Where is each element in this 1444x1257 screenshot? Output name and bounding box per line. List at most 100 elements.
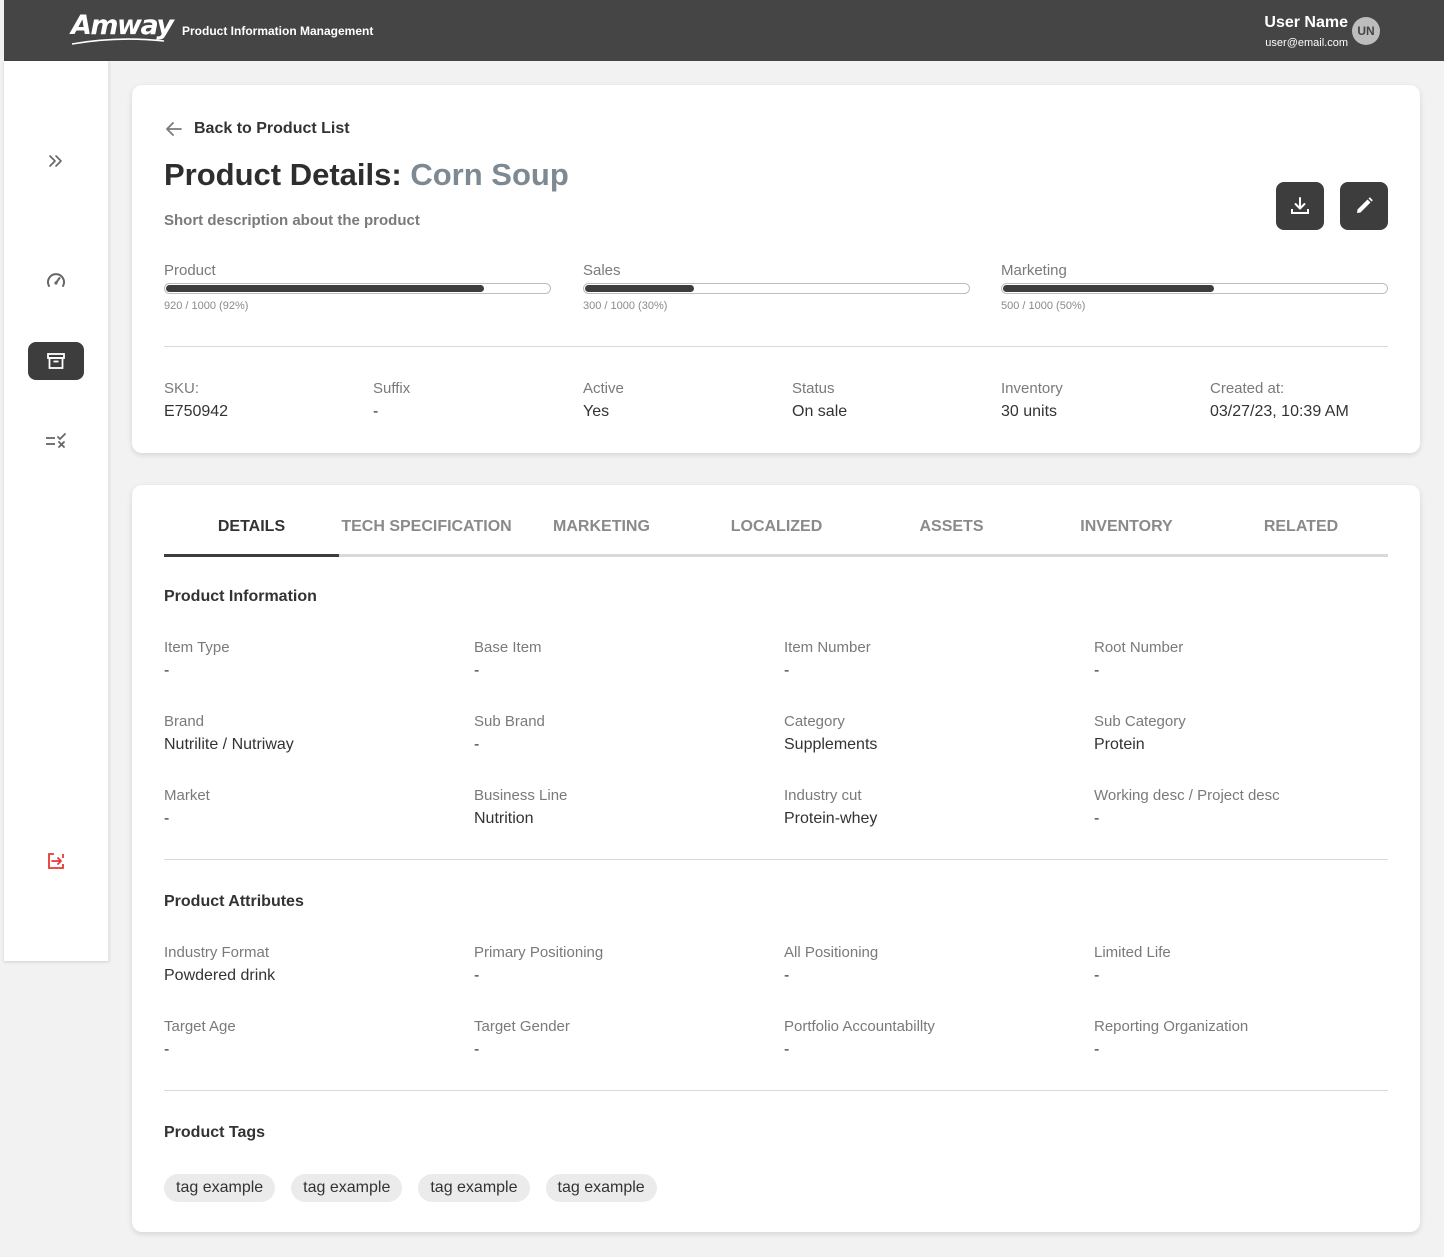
user-name: User Name: [1264, 14, 1348, 31]
tab-localized[interactable]: LOCALIZED: [689, 518, 864, 557]
sidebar-item-dashboard[interactable]: [28, 262, 84, 300]
field-label: Target Gender: [474, 1018, 570, 1035]
field-sub-brand: Sub Brand -: [474, 713, 774, 754]
meta-label: Created at:: [1210, 380, 1285, 397]
tab-related[interactable]: RELATED: [1214, 518, 1388, 557]
field-label: Portfolio Accountabillty: [784, 1018, 935, 1035]
progress-count: 300 / 1000 (30%): [583, 300, 668, 312]
field-limited-life: Limited Life -: [1094, 944, 1394, 985]
field-value: -: [474, 662, 480, 679]
field-value: Protein-whey: [784, 810, 878, 827]
field-portfolio-accountability: Portfolio Accountabillty -: [784, 1018, 1084, 1059]
field-value: -: [784, 662, 790, 679]
progress-label: Sales: [583, 262, 621, 279]
field-business-line: Business Line Nutrition: [474, 787, 774, 828]
field-label: Market: [164, 787, 210, 804]
amway-logo[interactable]: Amway: [71, 10, 174, 41]
progress-product: Product 920 / 1000 (92%): [164, 262, 551, 312]
field-sub-category: Sub Category Protein: [1094, 713, 1394, 754]
progress-track: [164, 283, 551, 294]
progress-fill: [1003, 285, 1214, 292]
tab-tech-specification[interactable]: TECH SPECIFICATION: [339, 518, 514, 557]
tag-chip[interactable]: tag example: [164, 1174, 276, 1202]
section-title-product-information: Product Information: [164, 588, 317, 605]
tag-chip[interactable]: tag example: [418, 1174, 530, 1202]
archive-box-icon: [47, 353, 65, 369]
field-label: Item Type: [164, 639, 230, 656]
progress-label: Marketing: [1001, 262, 1067, 279]
user-avatar[interactable]: UN: [1352, 17, 1380, 45]
double-chevron-right-icon: [49, 155, 62, 167]
logout-button[interactable]: [28, 842, 84, 880]
meta-sku: SKU: E750942: [164, 380, 228, 421]
section-title-product-attributes: Product Attributes: [164, 893, 304, 910]
divider: [164, 859, 1388, 860]
field-value: Nutrilite / Nutriway: [164, 736, 294, 753]
meta-active: Active Yes: [583, 380, 624, 421]
field-label: All Positioning: [784, 944, 879, 961]
field-target-age: Target Age -: [164, 1018, 464, 1059]
speedometer-icon: [47, 273, 65, 287]
product-description: Short description about the product: [164, 212, 420, 229]
meta-created-at: Created at: 03/27/23, 10:39 AM: [1210, 380, 1349, 421]
tab-assets[interactable]: ASSETS: [864, 518, 1039, 557]
field-value: -: [1094, 810, 1100, 827]
field-value: -: [1094, 662, 1100, 679]
sidebar: [4, 61, 109, 961]
progress-count: 920 / 1000 (92%): [164, 300, 249, 312]
tab-details[interactable]: DETAILS: [164, 518, 339, 557]
field-base-item: Base Item -: [474, 639, 774, 680]
field-value: -: [1094, 1041, 1100, 1058]
field-value: -: [164, 662, 170, 679]
user-email: user@email.com: [1265, 37, 1348, 49]
field-value: Powdered drink: [164, 967, 276, 984]
tab-inventory[interactable]: INVENTORY: [1039, 518, 1214, 557]
progress-count: 500 / 1000 (50%): [1001, 300, 1086, 312]
field-label: Base Item: [474, 639, 542, 656]
field-label: Category: [784, 713, 845, 730]
edit-button[interactable]: [1340, 182, 1388, 230]
expand-sidebar-button[interactable]: [28, 142, 84, 180]
sidebar-item-products[interactable]: [28, 342, 84, 380]
field-label: Reporting Organization: [1094, 1018, 1249, 1035]
field-value: -: [474, 967, 480, 984]
meta-status: Status On sale: [792, 380, 847, 421]
back-to-product-list-link[interactable]: Back to Product List: [164, 119, 350, 139]
download-button[interactable]: [1276, 182, 1324, 230]
sidebar-item-approvals[interactable]: [28, 422, 84, 460]
back-link-label: Back to Product List: [194, 120, 350, 137]
field-label: Business Line: [474, 787, 568, 804]
tag-chip[interactable]: tag example: [291, 1174, 403, 1202]
product-details-card: DETAILS TECH SPECIFICATION MARKETING LOC…: [132, 485, 1420, 1232]
field-label: Sub Brand: [474, 713, 545, 730]
progress-track: [583, 283, 970, 294]
field-label: Industry cut: [784, 787, 862, 804]
logo-swoosh-icon: [71, 38, 165, 45]
meta-value: E750942: [164, 403, 229, 420]
field-value: Protein: [1094, 736, 1145, 753]
page-title: Product Details: Corn Soup: [164, 157, 569, 193]
field-value: -: [164, 810, 170, 827]
field-brand: Brand Nutrilite / Nutriway: [164, 713, 464, 754]
field-value: -: [784, 1041, 790, 1058]
progress-sales: Sales 300 / 1000 (30%): [583, 262, 970, 312]
title-prefix: Product Details:: [164, 157, 402, 192]
field-label: Sub Category: [1094, 713, 1186, 730]
field-label: Working desc / Project desc: [1094, 787, 1280, 804]
field-value: -: [1094, 967, 1100, 984]
field-item-number: Item Number -: [784, 639, 1084, 680]
product-name: Corn Soup: [410, 157, 569, 192]
meta-value: On sale: [792, 403, 848, 420]
field-industry-cut: Industry cut Protein-whey: [784, 787, 1084, 828]
field-target-gender: Target Gender -: [474, 1018, 774, 1059]
meta-value: 03/27/23, 10:39 AM: [1210, 403, 1349, 420]
progress-track: [1001, 283, 1388, 294]
field-market: Market -: [164, 787, 464, 828]
tag-chip[interactable]: tag example: [545, 1174, 657, 1202]
progress-marketing: Marketing 500 / 1000 (50%): [1001, 262, 1388, 312]
divider: [164, 1090, 1388, 1091]
field-value: Supplements: [784, 736, 878, 753]
tab-marketing[interactable]: MARKETING: [514, 518, 689, 557]
progress-fill: [585, 285, 695, 292]
field-label: Primary Positioning: [474, 944, 604, 961]
